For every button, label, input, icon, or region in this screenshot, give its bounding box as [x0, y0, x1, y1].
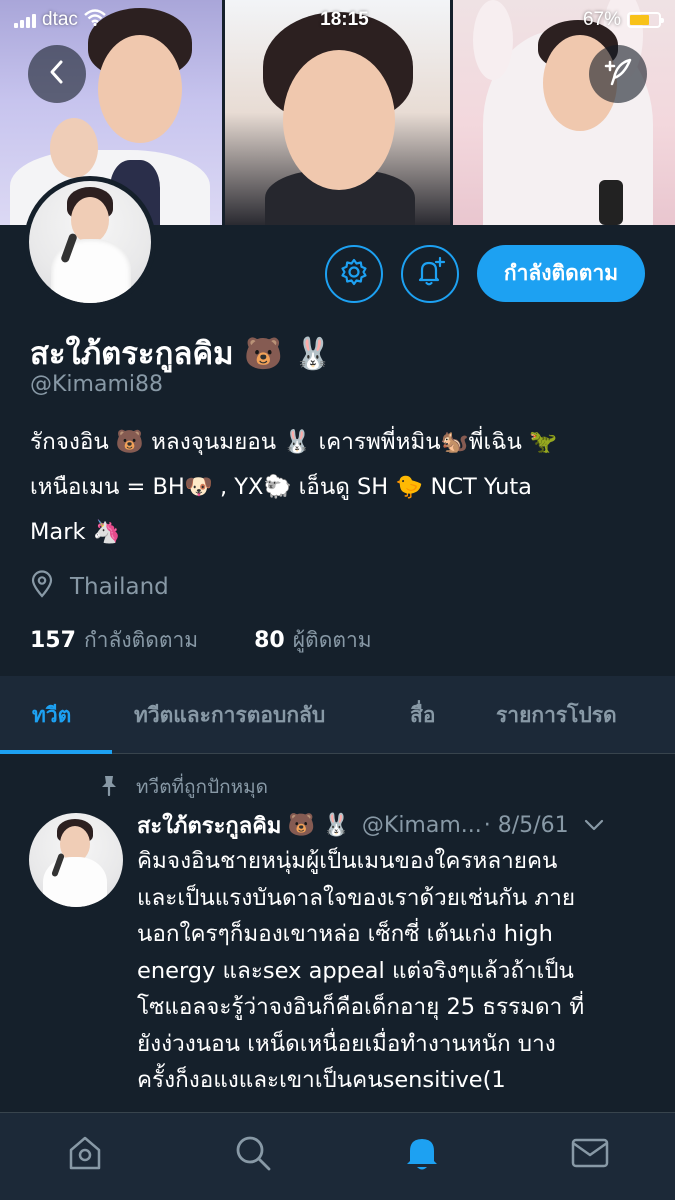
profile-name-text: สะใภ้ตระกูลคิม — [30, 336, 234, 372]
messages-mail-icon — [570, 1133, 610, 1177]
bell-plus-icon — [414, 256, 446, 292]
clock-time: 18:15 — [320, 9, 369, 30]
tweet-line: นอกใครๆก็มองเขาหล่อ เซ็กซี่ เต้นเก่ง hig… — [137, 921, 553, 947]
compose-tweet-icon — [602, 56, 634, 92]
signal-strength-icon — [14, 12, 36, 28]
bio-line: เหนือเมน = BH🐶 , YX🐑 เอ็นดู SH 🐤 NCT Yut… — [30, 474, 532, 500]
location-pin-icon — [30, 570, 54, 604]
following-button[interactable]: กำลังติดตาม — [477, 245, 645, 302]
tweet-line: โซแอลจะรู้ว่าจงอินก็คือเด็กอายุ 25 ธรรมด… — [137, 994, 585, 1020]
tab-media[interactable]: สื่อ — [410, 676, 435, 754]
nav-search[interactable] — [231, 1133, 275, 1177]
battery-percent: 67% — [582, 9, 621, 30]
pinned-tweet-label: ทวีตที่ถูกปักหมุด — [100, 772, 268, 802]
tweet-author-avatar[interactable] — [29, 813, 123, 907]
bio-line: Mark 🦄 — [30, 519, 121, 545]
followers-count: 80 — [254, 628, 285, 653]
compose-tweet-button[interactable] — [589, 45, 647, 103]
profile-tabs: ทวีต ทวีตและการตอบกลับ สื่อ รายการโปรด — [0, 676, 675, 754]
active-tab-indicator — [0, 750, 112, 754]
search-icon — [233, 1133, 273, 1177]
settings-button[interactable] — [325, 245, 383, 303]
nav-notifications[interactable] — [400, 1133, 444, 1177]
following-count-link[interactable]: 157 กำลังติดตาม — [30, 624, 198, 657]
pinned-label-text: ทวีตที่ถูกปักหมุด — [136, 776, 269, 798]
bottom-navigation-bar — [0, 1112, 675, 1200]
following-label: กำลังติดตาม — [83, 628, 199, 652]
tweet-date[interactable]: · 8/5/61 — [484, 813, 569, 838]
pin-icon — [100, 774, 118, 801]
tweet-line: ครั้งก็งอแงและเขาเป็นคนsensitive(1 — [137, 1067, 506, 1093]
profile-name: สะใภ้ตระกูลคิม 🐻 🐰 — [30, 328, 332, 378]
battery-icon — [627, 12, 664, 28]
profile-location: Thailand — [30, 570, 169, 604]
nav-messages[interactable] — [568, 1133, 612, 1177]
tweet-line: ยังง่วงนอน เหน็ดเหนื่อยเมื่อทำงานหนัก บา… — [137, 1030, 556, 1057]
followers-label: ผู้ติดตาม — [292, 628, 372, 652]
bio-line: รักจงอิน 🐻 หลงจุนมยอน 🐰 เคารพพี่หมิน🐿️พี… — [30, 429, 558, 455]
tweet-author-name[interactable]: สะใภ้ตระกูลคิม — [137, 808, 281, 843]
profile-handle: @Kimami88 — [30, 372, 163, 397]
home-icon — [65, 1133, 105, 1177]
back-arrow-icon — [47, 59, 67, 89]
notifications-bell-icon — [402, 1133, 442, 1177]
tweet-line: และเป็นแรงบันดาลใจของเราด้วยเช่นกัน ภาย — [137, 884, 576, 911]
tab-tweets-and-replies[interactable]: ทวีตและการตอบกลับ — [134, 676, 325, 754]
tab-tweets[interactable]: ทวีต — [32, 676, 71, 754]
tab-likes[interactable]: รายการโปรด — [496, 676, 617, 754]
wifi-icon — [84, 8, 106, 32]
nav-home[interactable] — [63, 1133, 107, 1177]
tweet-line: คิมจงอินชายหนุ่มผู้เป็นเมนของใครหลายคน — [137, 848, 558, 874]
tweet-text[interactable]: คิมจงอินชายหนุ่มผู้เป็นเมนของใครหลายคน แ… — [137, 843, 657, 1099]
following-count: 157 — [30, 628, 76, 653]
follow-counts: 157 กำลังติดตาม 80 ผู้ติดตาม — [30, 624, 372, 657]
location-text: Thailand — [70, 574, 169, 600]
tweet-line: energy และsex appeal แต่จริงๆแล้วถ้าเป็น — [137, 957, 574, 984]
chevron-down-icon[interactable] — [583, 813, 605, 838]
gear-icon — [339, 257, 369, 291]
profile-bio: รักจงอิน 🐻 หลงจุนมยอน 🐰 เคารพพี่หมิน🐿️พี… — [30, 420, 650, 555]
tweet-header: สะใภ้ตระกูลคิม 🐻 🐰 @Kimam... · 8/5/61 — [137, 808, 657, 843]
status-bar: dtac 18:15 67% — [0, 0, 675, 40]
carrier-name: dtac — [42, 9, 78, 30]
back-button[interactable] — [28, 45, 86, 103]
profile-avatar[interactable] — [24, 176, 156, 308]
followers-count-link[interactable]: 80 ผู้ติดตาม — [254, 624, 371, 657]
tweet-author-emoji: 🐻 🐰 — [287, 813, 350, 838]
profile-name-emoji: 🐻 🐰 — [244, 336, 333, 372]
tweet-author-handle: @Kimam... — [361, 813, 482, 838]
notifications-toggle-button[interactable] — [401, 245, 459, 303]
